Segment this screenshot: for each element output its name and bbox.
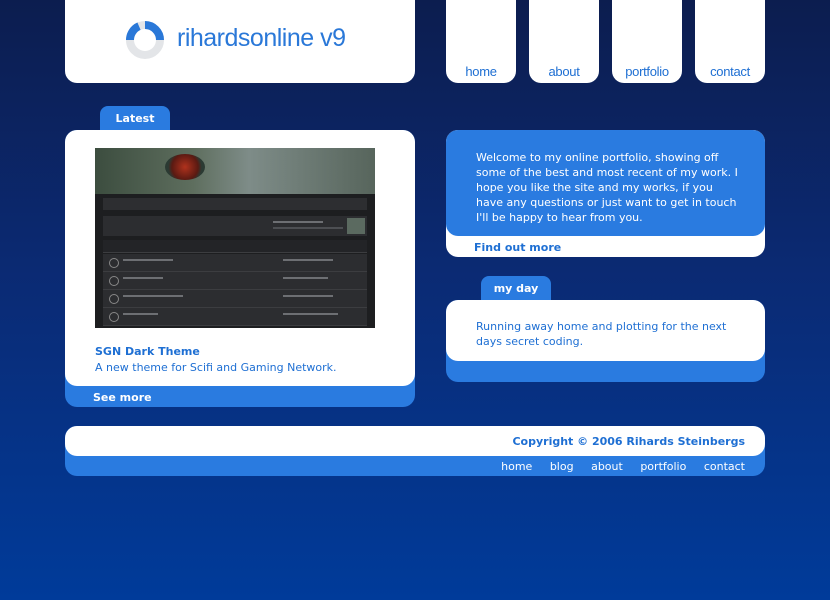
footer-links: home blog about portfolio contact [487,460,745,473]
ring-logo-icon [125,21,164,59]
thumbnail-row [103,254,367,272]
thumbnail-row [103,308,367,326]
footer-link-contact[interactable]: contact [704,460,745,473]
thumbnail-banner [95,148,375,194]
welcome-panel-body: Welcome to my online portfolio, showing … [446,130,765,236]
nav-contact-label[interactable]: contact [695,64,765,79]
nav-about[interactable]: about [529,0,599,83]
nav-contact[interactable]: contact [695,0,765,83]
thumbnail-navbar [103,198,367,210]
footer-link-home[interactable]: home [501,460,532,473]
nav-home-label[interactable]: home [446,64,516,79]
nav-home[interactable]: home [446,0,516,83]
copyright-text: Copyright © 2006 Rihards Steinbergs [512,435,745,448]
latest-item-title[interactable]: SGN Dark Theme [95,345,200,358]
welcome-text: Welcome to my online portfolio, showing … [476,151,738,224]
latest-panel-body: SGN Dark Theme A new theme for Scifi and… [65,130,415,386]
footer-link-about[interactable]: about [591,460,623,473]
nav-portfolio[interactable]: portfolio [612,0,682,83]
thumbnail-row [103,290,367,308]
myday-text: Running away home and plotting for the n… [476,320,727,348]
footer-link-blog[interactable]: blog [550,460,574,473]
find-out-more-link[interactable]: Find out more [474,241,561,254]
latest-tab: Latest [100,106,170,130]
footer: Copyright © 2006 Rihards Steinbergs home… [65,426,765,476]
welcome-panel: Welcome to my online portfolio, showing … [446,130,765,257]
myday-panel: Running away home and plotting for the n… [446,300,765,382]
thumbnail-row [103,272,367,290]
latest-panel: SGN Dark Theme A new theme for Scifi and… [65,130,415,407]
logo-box: rihardsonline v9 [65,0,415,83]
nav-portfolio-label[interactable]: portfolio [612,64,682,79]
thumbnail-welcome-bar [103,216,367,236]
thumbnail-section-header [103,240,367,253]
myday-panel-body: Running away home and plotting for the n… [446,300,765,361]
myday-tab: my day [481,276,551,300]
eye-graphic-icon [165,154,205,180]
footer-top: Copyright © 2006 Rihards Steinbergs [65,426,765,456]
site-logo-text[interactable]: rihardsonline v9 [177,24,346,53]
portfolio-thumbnail[interactable] [95,148,375,328]
nav-about-label[interactable]: about [529,64,599,79]
footer-link-portfolio[interactable]: portfolio [640,460,686,473]
latest-item-description: A new theme for Scifi and Gaming Network… [95,361,337,374]
see-more-link[interactable]: See more [93,391,152,404]
